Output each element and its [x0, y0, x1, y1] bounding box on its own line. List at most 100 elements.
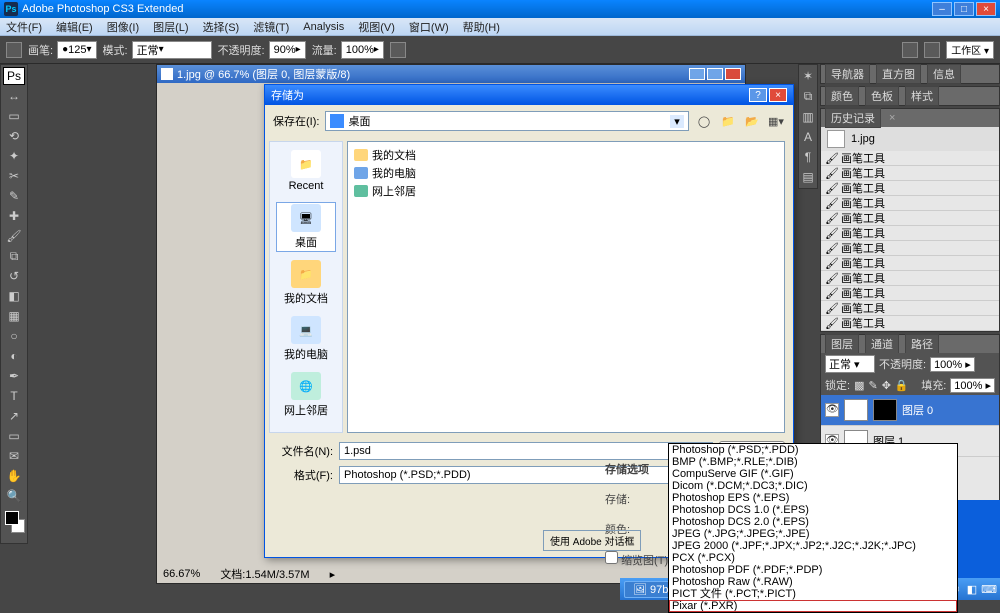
menu-edit[interactable]: 编辑(E) [56, 19, 93, 35]
mode-select[interactable]: 正常 ▾ [132, 41, 212, 59]
dialog-help-button[interactable]: ? [749, 88, 767, 102]
character-palette-icon[interactable]: A [801, 130, 815, 144]
tab-color[interactable]: 颜色 [825, 86, 859, 106]
zoom-tool[interactable]: 🔍 [3, 487, 25, 505]
menu-select[interactable]: 选择(S) [203, 19, 240, 35]
lock-pos-icon[interactable]: ✥ [882, 379, 891, 392]
up-button[interactable]: 📁 [719, 112, 737, 130]
maximize-button[interactable]: □ [954, 2, 974, 16]
history-item[interactable]: 🖌画笔工具 [821, 181, 999, 196]
brush-palette-icon[interactable]: ✶ [801, 69, 815, 83]
type-tool[interactable]: T [3, 387, 25, 405]
tab-swatches[interactable]: 色板 [865, 86, 899, 106]
flow-input[interactable]: 100% ▸ [341, 41, 384, 59]
visibility-icon[interactable]: 👁 [825, 403, 839, 417]
lock-all-icon[interactable]: 🔒 [895, 379, 909, 392]
history-item[interactable]: 🖌画笔工具 [821, 211, 999, 226]
workspace-menu[interactable]: 工作区 ▾ [946, 41, 994, 59]
fill-input[interactable]: 100% ▸ [950, 378, 995, 393]
file-item[interactable]: 网上邻居 [352, 182, 780, 200]
lock-pixels-icon[interactable]: ✎ [868, 379, 877, 392]
menu-layer[interactable]: 图层(L) [153, 19, 188, 35]
menu-image[interactable]: 图像(I) [107, 19, 139, 35]
dialog-close-button[interactable]: × [769, 88, 787, 102]
new-folder-button[interactable]: 📂 [743, 112, 761, 130]
format-option[interactable]: Pixar (*.PXR) [669, 600, 957, 612]
format-list[interactable]: Photoshop (*.PSD;*.PDD)BMP (*.BMP;*.RLE;… [668, 443, 958, 613]
place-mycomputer[interactable]: 💻我的电脑 [276, 314, 336, 364]
format-option[interactable]: Photoshop PDF (*.PDF;*.PDP) [669, 564, 957, 576]
blur-tool[interactable]: ○ [3, 327, 25, 345]
format-option[interactable]: JPEG (*.JPG;*.JPEG;*.JPE) [669, 528, 957, 540]
history-item[interactable]: 🖌画笔工具 [821, 241, 999, 256]
file-item[interactable]: 我的电脑 [352, 164, 780, 182]
doc-minimize-button[interactable] [689, 68, 705, 80]
wand-tool[interactable]: ✦ [3, 147, 25, 165]
eraser-tool[interactable]: ◧ [3, 287, 25, 305]
place-desktop[interactable]: 🖥桌面 [276, 202, 336, 252]
layercomps-palette-icon[interactable]: ▤ [801, 170, 815, 184]
menu-analysis[interactable]: Analysis [303, 21, 344, 33]
crop-tool[interactable]: ✂ [3, 167, 25, 185]
history-item[interactable]: 🖌画笔工具 [821, 301, 999, 316]
blend-mode-select[interactable]: 正常 ▾ [825, 355, 875, 373]
history-snapshot[interactable]: 1.jpg [821, 127, 999, 151]
menu-window[interactable]: 窗口(W) [409, 19, 449, 35]
close-panel-icon[interactable]: × [889, 112, 895, 124]
history-item[interactable]: 🖌画笔工具 [821, 196, 999, 211]
format-option[interactable]: JPEG 2000 (*.JPF;*.JPX;*.JP2;*.J2C;*.J2K… [669, 540, 957, 552]
move-tool[interactable]: ↔ [3, 87, 25, 105]
history-item[interactable]: 🖌画笔工具 [821, 166, 999, 181]
layer-row[interactable]: 👁 图层 0 [821, 395, 999, 426]
brush-picker[interactable]: ● 125 ▾ [57, 41, 96, 59]
lasso-tool[interactable]: ⟲ [3, 127, 25, 145]
file-item[interactable]: 我的文档 [352, 146, 780, 164]
format-option[interactable]: Dicom (*.DCM;*.DC3;*.DIC) [669, 480, 957, 492]
tray-icon[interactable]: ◧ [965, 582, 979, 596]
marquee-tool[interactable]: ▭ [3, 107, 25, 125]
format-option[interactable]: PICT 文件 (*.PCT;*.PICT) [669, 588, 957, 600]
hand-tool[interactable]: ✋ [3, 467, 25, 485]
use-adobe-dialog-button[interactable]: 使用 Adobe 对话框 [543, 530, 641, 551]
close-button[interactable]: × [976, 2, 996, 16]
gradient-tool[interactable]: ▦ [3, 307, 25, 325]
thumbnail-checkbox[interactable] [605, 551, 618, 564]
menu-help[interactable]: 帮助(H) [463, 19, 500, 35]
notes-tool[interactable]: ✉ [3, 447, 25, 465]
tab-paths[interactable]: 路径 [905, 334, 939, 354]
format-option[interactable]: PCX (*.PCX) [669, 552, 957, 564]
tab-channels[interactable]: 通道 [865, 334, 899, 354]
healing-tool[interactable]: ✚ [3, 207, 25, 225]
tray-icon[interactable]: ⌨ [982, 582, 996, 596]
history-item[interactable]: 🖌画笔工具 [821, 226, 999, 241]
format-option[interactable]: CompuServe GIF (*.GIF) [669, 468, 957, 480]
layer-opacity-input[interactable]: 100% ▸ [930, 357, 975, 372]
format-option[interactable]: BMP (*.BMP;*.RLE;*.DIB) [669, 456, 957, 468]
dodge-tool[interactable]: ◐ [3, 347, 25, 365]
doc-close-button[interactable] [725, 68, 741, 80]
shape-tool[interactable]: ▭ [3, 427, 25, 445]
eyedropper-tool[interactable]: ✎ [3, 187, 25, 205]
format-option[interactable]: Photoshop (*.PSD;*.PDD) [669, 444, 957, 456]
tab-navigator[interactable]: 导航器 [825, 64, 870, 84]
opacity-input[interactable]: 90% ▸ [269, 41, 306, 59]
lock-trans-icon[interactable]: ▩ [854, 379, 864, 392]
menu-view[interactable]: 视图(V) [358, 19, 395, 35]
format-option[interactable]: Photoshop DCS 1.0 (*.EPS) [669, 504, 957, 516]
file-list[interactable]: 我的文档 我的电脑 网上邻居 [347, 141, 785, 433]
color-swatches[interactable] [3, 511, 25, 541]
doc-info-arrow[interactable]: ▸ [330, 568, 336, 581]
tab-info[interactable]: 信息 [927, 64, 961, 84]
format-option[interactable]: Photoshop DCS 2.0 (*.EPS) [669, 516, 957, 528]
zoom-level[interactable]: 66.67% [163, 568, 200, 580]
tab-history[interactable]: 历史记录 [825, 108, 881, 128]
doc-maximize-button[interactable] [707, 68, 723, 80]
filename-input[interactable]: 1.psd▾ [339, 442, 713, 460]
place-mydocs[interactable]: 📁我的文档 [276, 258, 336, 308]
stamp-tool[interactable]: ⧉ [3, 247, 25, 265]
format-option[interactable]: Photoshop EPS (*.EPS) [669, 492, 957, 504]
history-item[interactable]: 🖌画笔工具 [821, 256, 999, 271]
go-to-bridge-icon[interactable] [902, 42, 918, 58]
dialog-titlebar[interactable]: 存储为 ? × [265, 85, 793, 105]
swatches-palette-icon[interactable]: ▥ [801, 110, 815, 124]
